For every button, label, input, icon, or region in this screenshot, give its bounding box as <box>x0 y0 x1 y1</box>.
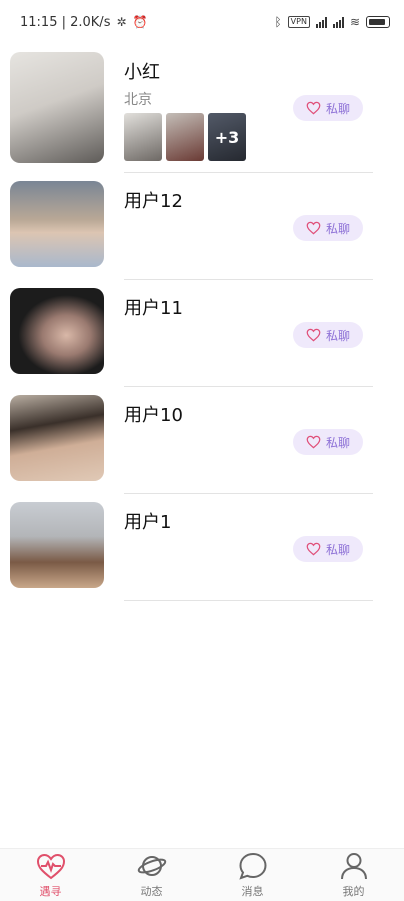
private-chat-button[interactable]: 私聊 <box>293 95 363 121</box>
battery-icon <box>366 16 390 28</box>
avatar[interactable] <box>10 395 104 481</box>
user-name: 用户11 <box>124 298 183 319</box>
divider <box>124 600 373 601</box>
vpn-icon: VPN <box>287 16 310 28</box>
list-item[interactable]: 用户10 私聊 <box>0 387 404 494</box>
tab-messages[interactable]: 消息 <box>202 849 303 901</box>
status-bar: 11:15 | 2.0K/s ✲ ⏰ ᛒ VPN ≋ <box>0 0 404 44</box>
tab-moments[interactable]: 动态 <box>101 849 202 901</box>
person-icon <box>340 853 367 880</box>
user-name: 用户10 <box>124 405 183 426</box>
signal-icon <box>315 16 327 28</box>
alarm-icon: ⏰ <box>132 15 148 29</box>
chat-bubble-icon <box>238 852 267 880</box>
private-chat-button[interactable]: 私聊 <box>293 536 363 562</box>
heart-icon <box>306 101 321 115</box>
heart-icon <box>306 435 321 449</box>
user-list: 小红 北京 +3 私聊 用户12 私聊 用户11 私聊 用户10 私聊 用户1 … <box>0 44 404 601</box>
tab-label: 我的 <box>342 885 365 898</box>
avatar[interactable] <box>10 502 104 588</box>
private-chat-button[interactable]: 私聊 <box>293 429 363 455</box>
private-chat-label: 私聊 <box>325 101 350 116</box>
tab-label: 动态 <box>140 885 163 898</box>
signal-4g-icon <box>332 16 344 28</box>
private-chat-button[interactable]: 私聊 <box>293 322 363 348</box>
avatar[interactable] <box>10 52 104 163</box>
avatar[interactable] <box>10 181 104 267</box>
more-photos-count: +3 <box>208 113 246 161</box>
photo-thumbnail[interactable] <box>124 113 162 161</box>
bluetooth-off-icon: ✲ <box>116 15 127 29</box>
heart-icon <box>306 221 321 235</box>
list-item[interactable]: 小红 北京 +3 私聊 <box>0 44 404 173</box>
private-chat-label: 私聊 <box>325 435 350 450</box>
avatar[interactable] <box>10 288 104 374</box>
heart-icon <box>306 542 321 556</box>
photo-thumbnails: +3 <box>124 113 246 161</box>
user-name: 用户1 <box>124 512 172 533</box>
planet-icon <box>137 856 166 876</box>
photo-thumbnail-more[interactable]: +3 <box>208 113 246 161</box>
user-name: 小红 <box>124 62 160 83</box>
private-chat-label: 私聊 <box>325 328 350 343</box>
list-item[interactable]: 用户12 私聊 <box>0 173 404 280</box>
wifi-icon: ≋ <box>349 15 360 29</box>
private-chat-label: 私聊 <box>325 221 350 236</box>
bottom-tab-bar: 遇寻 动态 消息 我的 <box>0 848 404 901</box>
private-chat-label: 私聊 <box>325 542 350 557</box>
private-chat-button[interactable]: 私聊 <box>293 215 363 241</box>
tab-label: 消息 <box>241 885 264 898</box>
list-item[interactable]: 用户11 私聊 <box>0 280 404 387</box>
photo-thumbnail[interactable] <box>166 113 204 161</box>
heartbeat-icon <box>36 853 65 880</box>
bluetooth-icon: ᛒ <box>274 15 282 29</box>
user-name: 用户12 <box>124 191 183 212</box>
tab-label: 遇寻 <box>39 885 62 898</box>
user-city: 北京 <box>124 92 152 108</box>
tab-encounter[interactable]: 遇寻 <box>0 849 101 901</box>
heart-icon <box>306 328 321 342</box>
list-item[interactable]: 用户1 私聊 <box>0 494 404 601</box>
tab-profile[interactable]: 我的 <box>303 849 404 901</box>
status-time: 11:15 | 2.0K/s <box>20 14 111 30</box>
